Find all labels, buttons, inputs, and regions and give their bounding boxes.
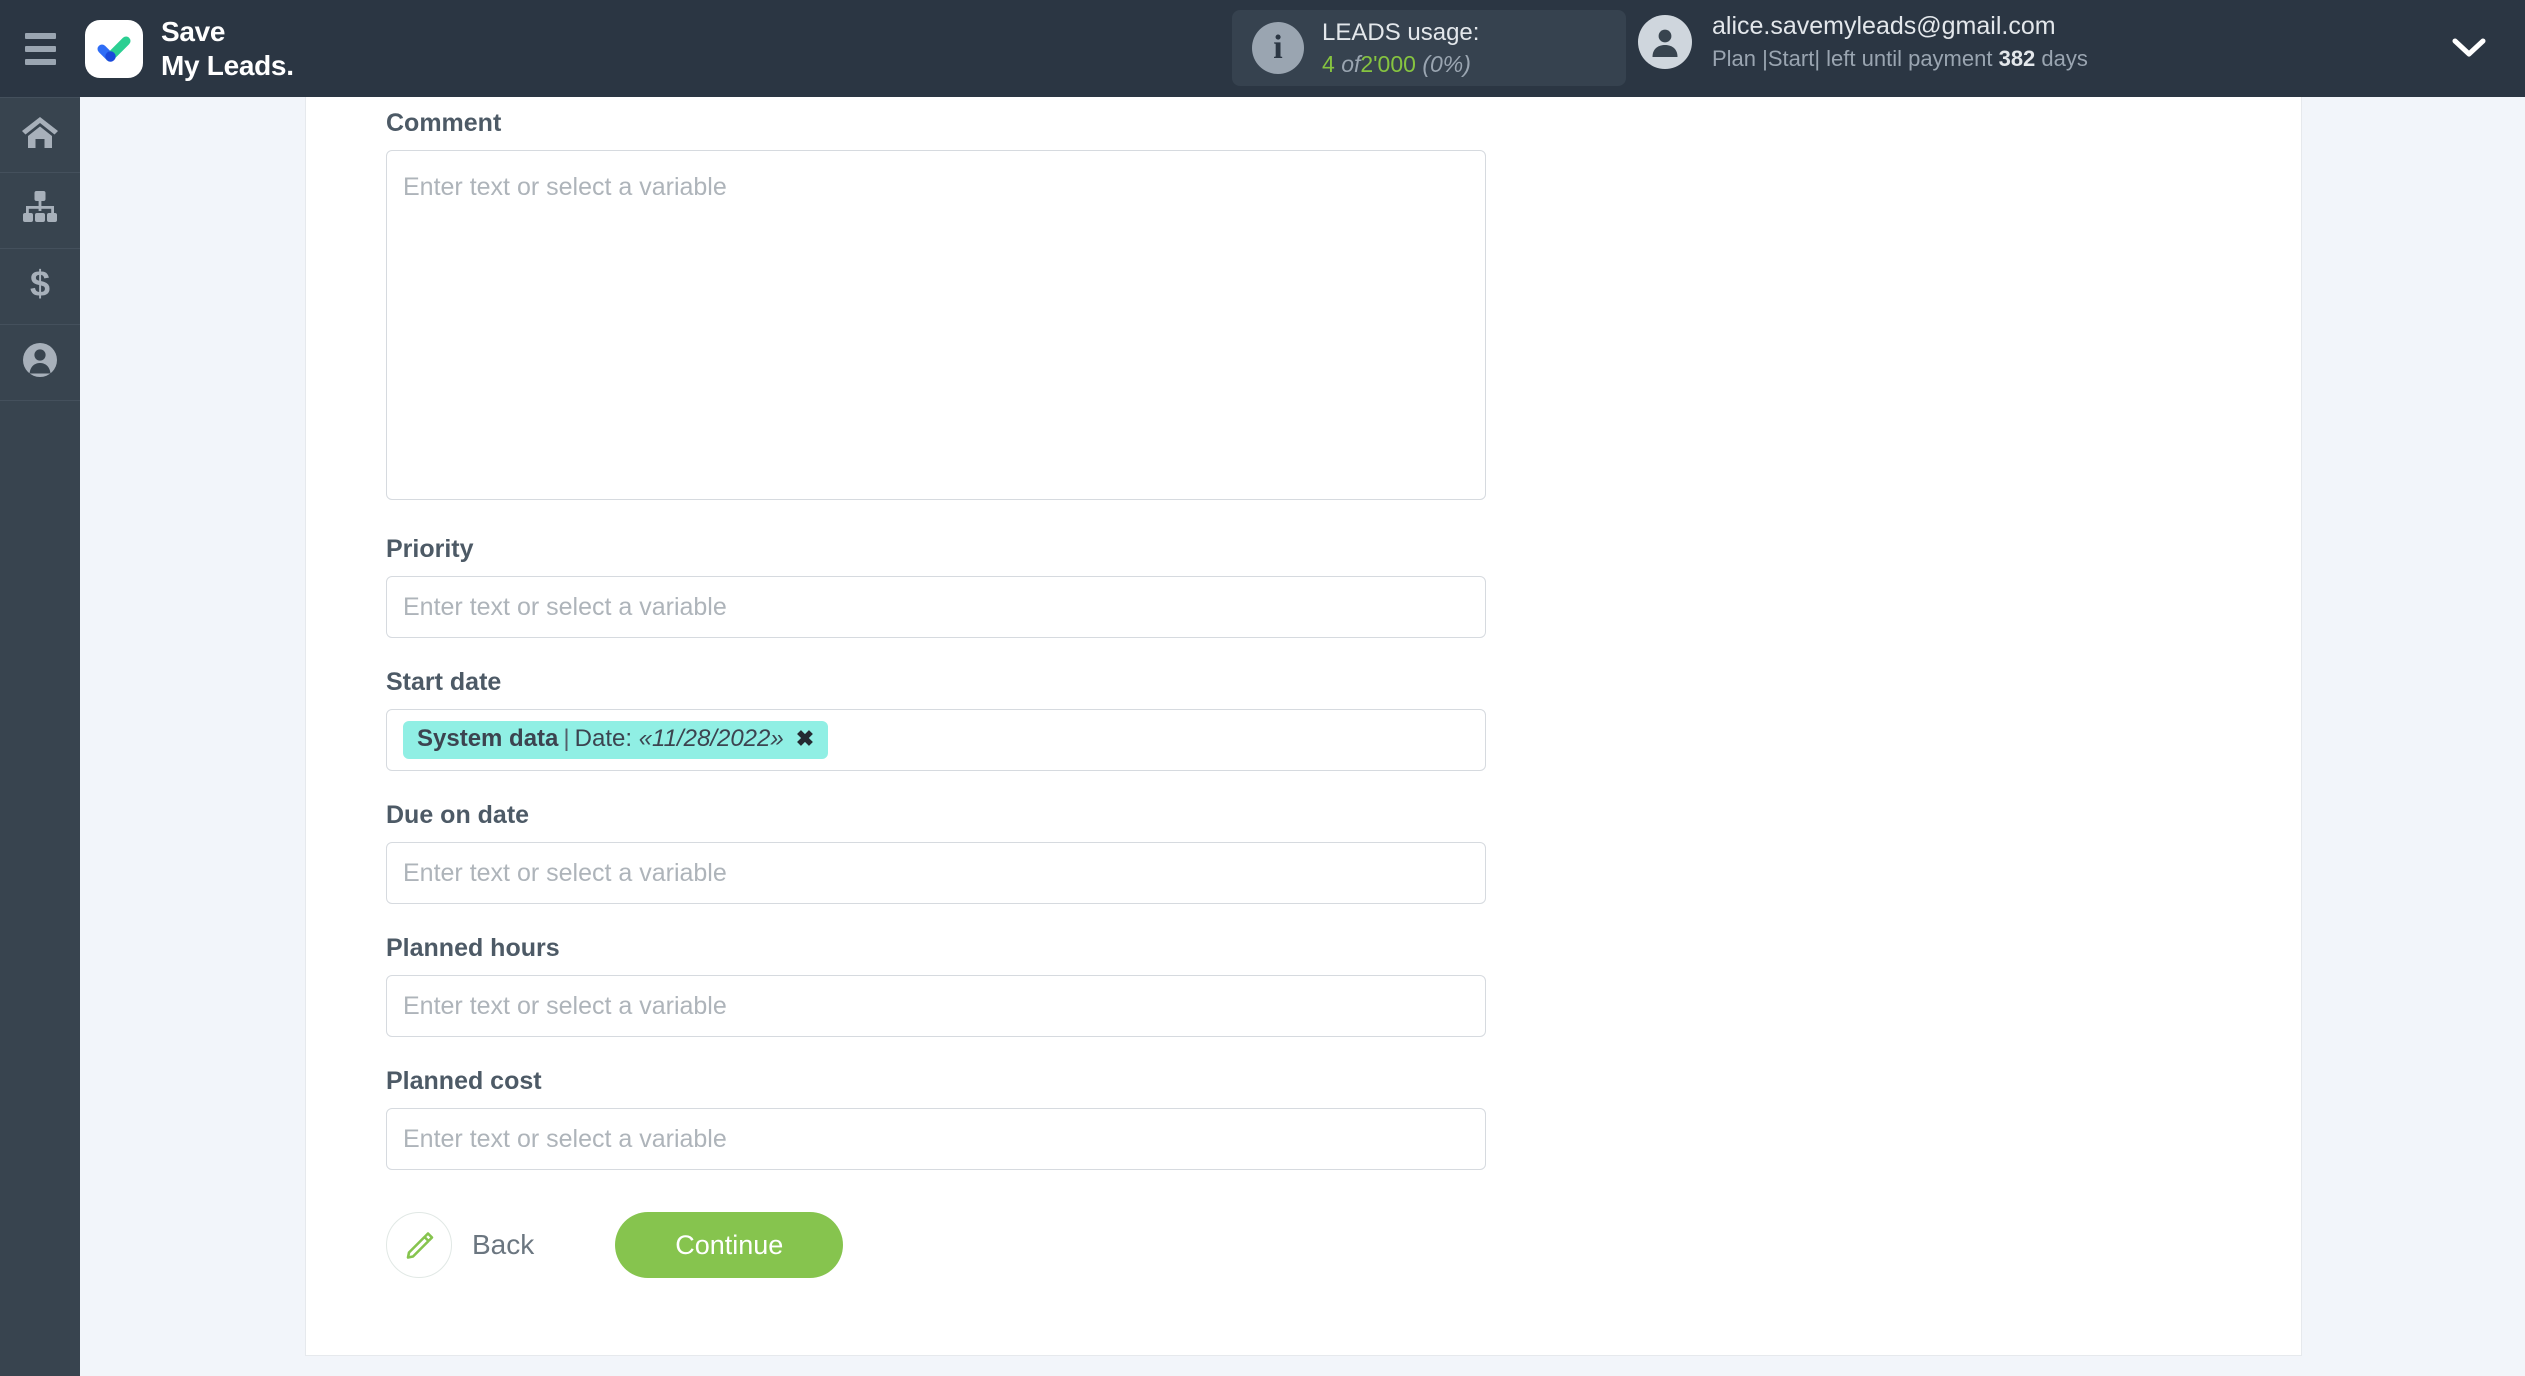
- planned-hours-input[interactable]: Enter text or select a variable: [386, 975, 1486, 1037]
- sidebar-item-billing[interactable]: $: [0, 249, 80, 325]
- chevron-down-icon[interactable]: [2452, 36, 2486, 65]
- field-label-planned-hours: Planned hours: [386, 934, 560, 962]
- account-plan: Plan |Start| left until payment 382 days: [1712, 44, 2088, 74]
- usage-title: LEADS usage:: [1322, 18, 1480, 46]
- due-on-date-input[interactable]: Enter text or select a variable: [386, 842, 1486, 904]
- usage-used: 4: [1322, 50, 1335, 77]
- usage-percent: (0%): [1422, 50, 1471, 77]
- brand-logo[interactable]: Save My Leads.: [85, 15, 294, 81]
- planned-cost-input[interactable]: Enter text or select a variable: [386, 1108, 1486, 1170]
- field-label-planned-cost: Planned cost: [386, 1067, 542, 1095]
- plan-suffix: days: [2035, 45, 2088, 71]
- sidebar-item-connections[interactable]: [0, 173, 80, 249]
- plan-prefix: Plan |Start| left until payment: [1712, 45, 1999, 71]
- field-planned-hours: Planned hours Enter text or select a var…: [386, 934, 1506, 1037]
- home-icon: [20, 114, 60, 157]
- sidebar-item-account[interactable]: [0, 325, 80, 401]
- sitemap-icon: [20, 190, 60, 231]
- hamburger-icon[interactable]: [0, 0, 80, 97]
- planned-hours-placeholder: Enter text or select a variable: [403, 991, 727, 1020]
- content-card: Comment Enter text or select a variable …: [305, 97, 2302, 1356]
- account-email: alice.savemyleads@gmail.com: [1712, 12, 2056, 40]
- user-icon: [21, 341, 59, 384]
- close-icon[interactable]: ✖: [796, 726, 814, 752]
- task-fields-form: Comment Enter text or select a variable …: [386, 109, 1506, 1278]
- usage-total: 2'000: [1360, 50, 1416, 77]
- chip-field-name: Date:: [574, 725, 633, 752]
- back-button[interactable]: Back: [386, 1212, 534, 1278]
- field-start-date: Start date System data | Date: «11/28/2022…: [386, 668, 1506, 771]
- leads-usage-badge[interactable]: i LEADS usage: 4 of2'000 (0%): [1232, 10, 1626, 86]
- field-comment: Comment Enter text or select a variable: [386, 109, 1506, 500]
- continue-button[interactable]: Continue: [615, 1212, 844, 1278]
- usage-value: 4 of2'000 (0%): [1322, 49, 1479, 79]
- back-label: Back: [472, 1229, 535, 1260]
- top-header: Save My Leads. i LEADS usage: 4 of2'000 …: [0, 0, 2525, 97]
- user-avatar-icon: [1638, 14, 1692, 69]
- field-label-start-date: Start date: [386, 668, 502, 696]
- checkmark-icon: [85, 19, 143, 78]
- svg-text:$: $: [30, 264, 50, 304]
- dollar-icon: $: [26, 263, 54, 309]
- account-menu[interactable]: alice.savemyleads@gmail.com Plan |Start|…: [1638, 10, 2088, 73]
- chip-value: «11/28/2022»: [638, 725, 784, 752]
- field-label-comment: Comment: [386, 109, 502, 137]
- field-label-priority: Priority: [386, 535, 474, 563]
- variable-chip-start-date[interactable]: System data | Date: «11/28/2022» ✖: [403, 721, 829, 759]
- usage-of: of: [1341, 50, 1361, 77]
- left-sidebar: $: [0, 97, 80, 1376]
- field-label-due-on-date: Due on date: [386, 801, 530, 829]
- info-icon: i: [1252, 22, 1304, 74]
- start-date-input[interactable]: System data | Date: «11/28/2022» ✖: [386, 709, 1486, 771]
- due-on-date-placeholder: Enter text or select a variable: [403, 858, 727, 887]
- field-priority: Priority Enter text or select a variable: [386, 535, 1506, 638]
- brand-name: Save My Leads.: [161, 16, 294, 81]
- field-planned-cost: Planned cost Enter text or select a vari…: [386, 1067, 1506, 1170]
- hamburger-bar: [24, 45, 56, 52]
- field-due-on-date: Due on date Enter text or select a varia…: [386, 801, 1506, 904]
- hamburger-bar: [24, 32, 56, 39]
- comment-placeholder: Enter text or select a variable: [403, 173, 727, 201]
- planned-cost-placeholder: Enter text or select a variable: [403, 1124, 727, 1153]
- hamburger-bar: [24, 58, 56, 65]
- chip-separator: |: [563, 725, 570, 752]
- pencil-icon: [386, 1212, 452, 1278]
- priority-placeholder: Enter text or select a variable: [403, 592, 727, 621]
- priority-input[interactable]: Enter text or select a variable: [386, 576, 1486, 638]
- form-actions: Back Continue: [386, 1212, 1506, 1278]
- plan-days: 382: [1998, 45, 2036, 71]
- comment-textarea[interactable]: Enter text or select a variable: [386, 150, 1486, 500]
- chip-source: System data: [417, 725, 559, 752]
- sidebar-item-home[interactable]: [0, 97, 80, 173]
